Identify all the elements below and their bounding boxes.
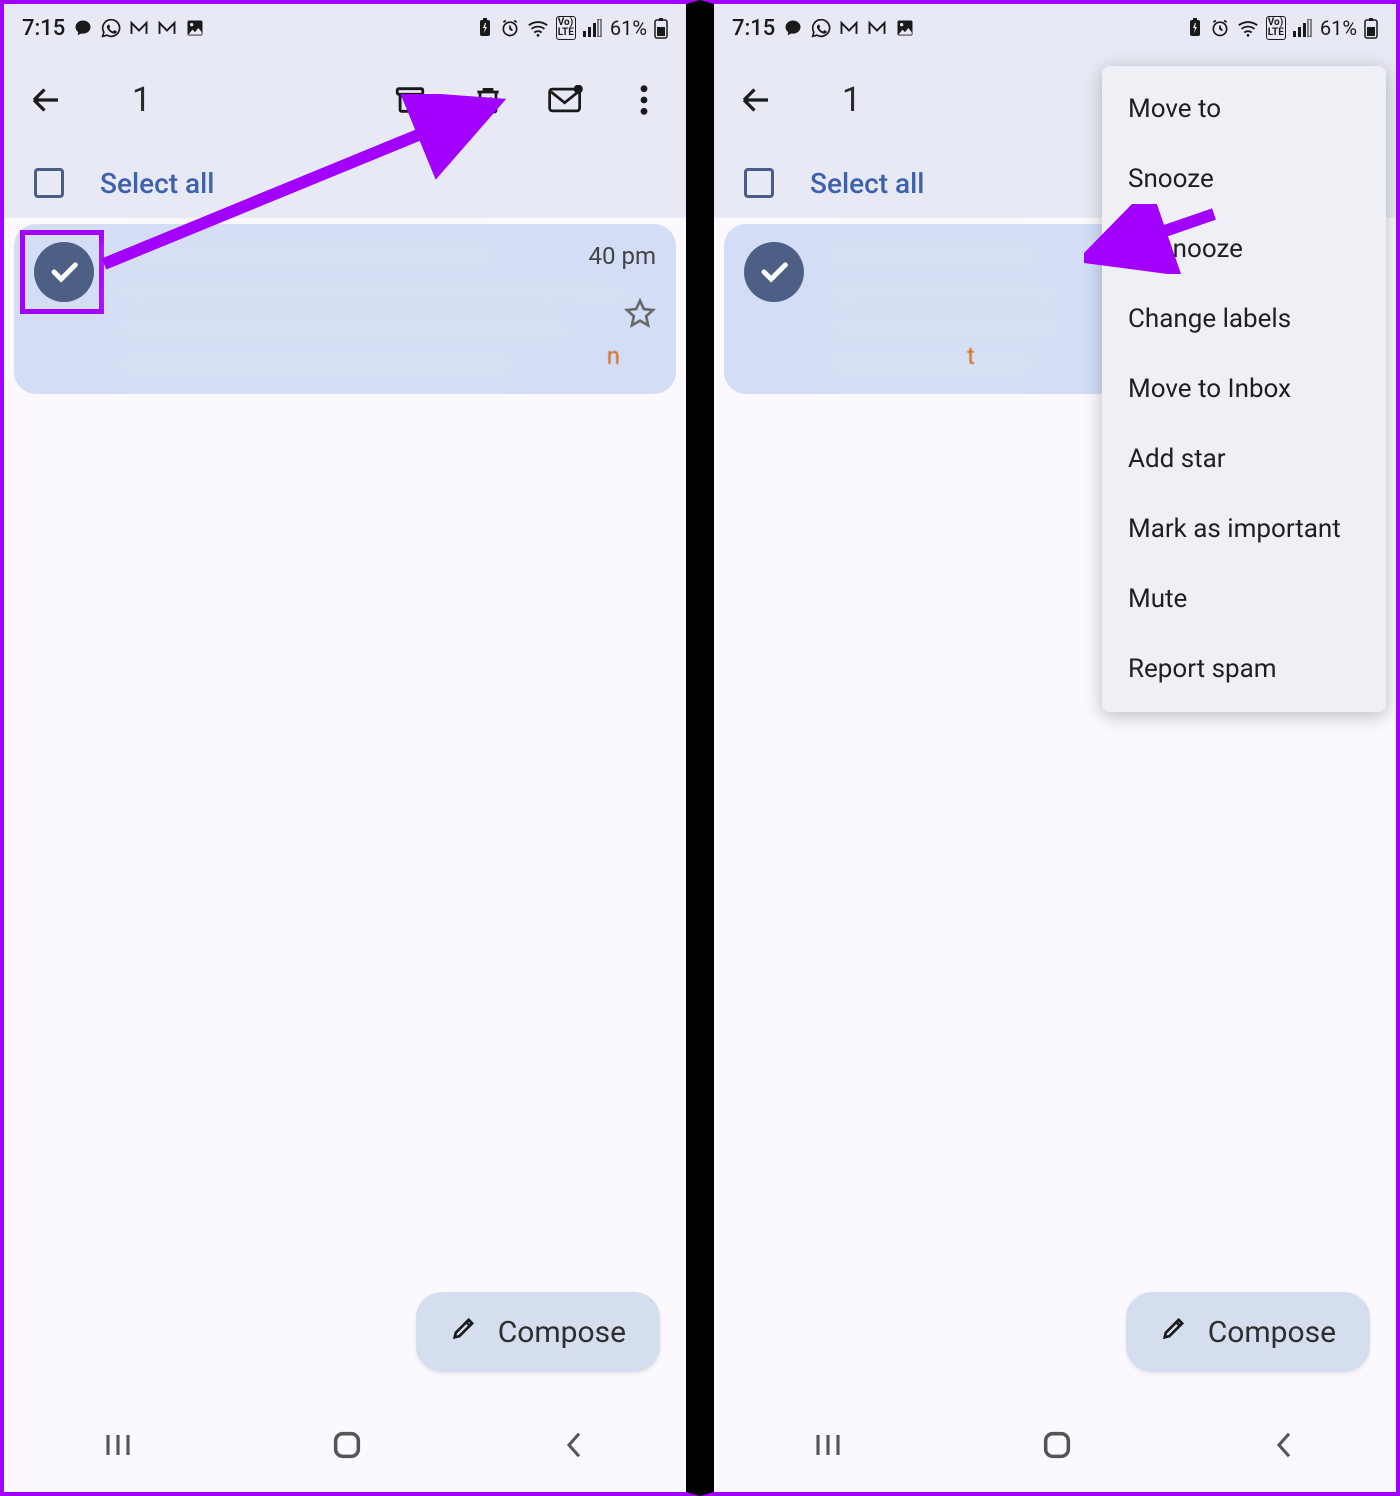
menu-add-star[interactable]: Add star [1102,424,1386,494]
select-all-checkbox[interactable] [34,168,64,198]
menu-change-labels[interactable]: Change labels [1102,284,1386,354]
battery-percent: 61% [1320,16,1357,40]
email-preview-blurred [822,318,1067,340]
image-icon [895,18,915,38]
recents-button[interactable] [103,1432,133,1462]
back-button[interactable] [26,80,66,120]
menu-mute[interactable]: Mute [1102,564,1386,634]
email-orange-text: t [967,342,975,370]
status-bar: 7:15 [714,4,1396,52]
android-nav-bar [4,1402,686,1492]
chat-bubble-icon [783,18,803,38]
overflow-menu: Move to Snooze Unsnooze Change labels Mo… [1102,66,1386,712]
compose-label: Compose [1208,1315,1336,1350]
battery-icon [1364,17,1378,39]
volte-icon: Vo)LTE [1266,16,1286,40]
recents-button[interactable] [813,1432,843,1462]
home-button[interactable] [330,1428,364,1466]
email-subject-blurred [822,284,1067,306]
m-icon-1 [129,18,149,38]
compose-label: Compose [498,1315,626,1350]
star-icon[interactable] [624,298,656,334]
email-time: 40 pm [589,242,656,270]
volte-icon: Vo)LTE [556,16,576,40]
compose-button[interactable]: Compose [1126,1292,1370,1372]
email-preview-blurred [112,318,574,340]
email-preview2-blurred [112,352,520,374]
email-preview2-blurred [822,352,1040,374]
status-time: 7:15 [22,16,65,41]
image-icon [185,18,205,38]
whatsapp-icon [101,18,121,38]
pencil-icon [450,1314,478,1350]
email-selected-check[interactable] [34,242,94,302]
android-nav-bar [714,1402,1396,1492]
battery-percent: 61% [610,16,647,40]
nav-back-button[interactable] [561,1430,587,1464]
mark-unread-button[interactable] [546,80,586,120]
signal-icon [583,19,603,37]
email-sender-blurred [822,244,1040,270]
nav-back-button[interactable] [1271,1430,1297,1464]
wifi-icon [1237,18,1259,38]
m-icon-2 [867,18,887,38]
select-all-label: Select all [100,167,214,200]
m-icon-2 [157,18,177,38]
more-options-button[interactable] [624,80,664,120]
email-sender-blurred [112,244,493,270]
menu-report-spam[interactable]: Report spam [1102,634,1386,704]
email-orange-text: n [607,342,620,370]
whatsapp-icon [811,18,831,38]
action-bar: 1 [4,52,686,148]
selection-count: 1 [132,80,354,120]
wifi-icon [527,18,549,38]
archive-button[interactable] [390,80,430,120]
back-button[interactable] [736,80,776,120]
menu-snooze[interactable]: Snooze [1102,144,1386,214]
email-subject-blurred [112,284,629,306]
phone-screenshot-left: 7:15 [0,0,700,1496]
menu-mark-important[interactable]: Mark as important [1102,494,1386,564]
alarm-icon [1210,18,1230,38]
status-time: 7:15 [732,16,775,41]
select-all-label: Select all [810,167,924,200]
battery-saver-icon [1187,18,1203,38]
pencil-icon [1160,1314,1188,1350]
compose-button[interactable]: Compose [416,1292,660,1372]
select-all-row[interactable]: Select all [4,148,686,218]
chat-bubble-icon [73,18,93,38]
phone-screenshot-right: 7:15 [700,0,1400,1496]
select-all-checkbox[interactable] [744,168,774,198]
signal-icon [1293,19,1313,37]
delete-button[interactable] [468,80,508,120]
battery-icon [654,17,668,39]
m-icon-1 [839,18,859,38]
battery-saver-icon [477,18,493,38]
menu-unsnooze[interactable]: Unsnooze [1102,214,1386,284]
email-selected-check[interactable] [744,242,804,302]
alarm-icon [500,18,520,38]
home-button[interactable] [1040,1428,1074,1466]
menu-move-to-inbox[interactable]: Move to Inbox [1102,354,1386,424]
email-item[interactable]: 40 pm n [14,224,676,394]
status-bar: 7:15 [4,4,686,52]
menu-move-to[interactable]: Move to [1102,74,1386,144]
